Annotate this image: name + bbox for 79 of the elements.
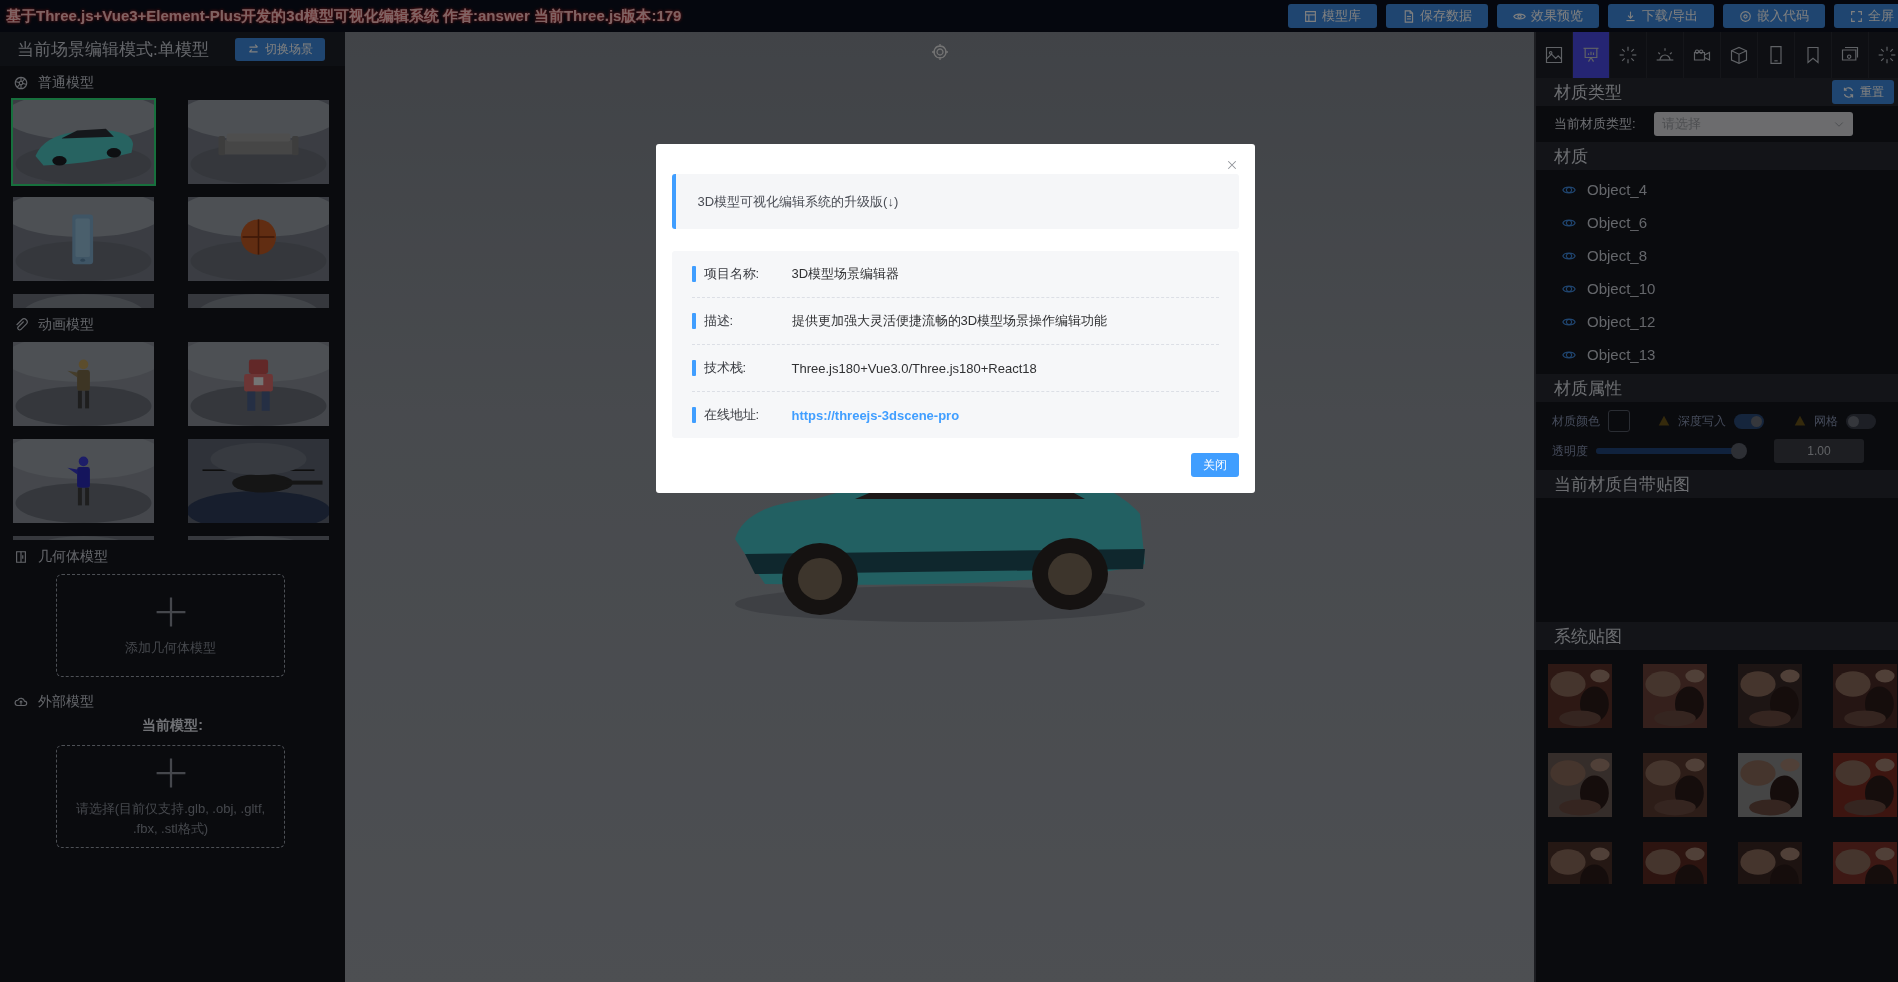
section-title: 当前材质自带贴图: [1554, 473, 1690, 496]
mode-title: 当前场景编辑模式:单模型: [17, 38, 209, 61]
app-title: 基于Three.js+Vue3+Element-Plus开发的3d模型可视化编辑系统 作者:answer 当前Three.js版本:179: [6, 6, 682, 26]
warning-icon: [1794, 415, 1806, 427]
swap-icon: [247, 42, 260, 56]
target-icon[interactable]: [931, 44, 948, 60]
slider-handle[interactable]: [1730, 443, 1747, 459]
box-icon: [1729, 45, 1749, 65]
switch-icon: [14, 550, 28, 564]
property-label: 深度写入: [1678, 412, 1726, 430]
toggle-switch[interactable]: [1846, 413, 1876, 429]
toolbar-button[interactable]: 嵌入代码: [1723, 4, 1825, 28]
info-value: Three.js180+Vue3.0/Three.js180+React18: [791, 360, 1037, 376]
wheel-icon: [14, 76, 28, 90]
upload-area[interactable]: 添加几何体模型: [56, 574, 285, 677]
section-title: 外部模型: [38, 693, 94, 711]
texture-thumbnail[interactable]: [1643, 753, 1707, 817]
section-title: 材质属性: [1554, 377, 1622, 400]
toolbar-button[interactable]: 保存数据: [1386, 4, 1489, 28]
toolbar-button[interactable]: 下载/导出: [1608, 4, 1714, 28]
toggle-switch[interactable]: [1734, 413, 1764, 429]
project-link[interactable]: https://threejs-3dscene-pro: [791, 407, 960, 423]
upload-area[interactable]: 请选择(目前仅支持.glb, .obj, .gltf, .fbx, .stl格式): [56, 745, 285, 848]
texture-thumbnail[interactable]: [1738, 664, 1802, 728]
panel-tab[interactable]: [1573, 32, 1610, 78]
reset-button[interactable]: 重置: [1832, 80, 1894, 104]
close-icon[interactable]: [1225, 159, 1238, 171]
cloud-upload-icon: [14, 695, 28, 709]
material-name[interactable]: Object_10: [1587, 280, 1656, 297]
material-name[interactable]: Object_4: [1587, 181, 1648, 198]
document-icon: [1402, 9, 1416, 23]
close-button[interactable]: 关闭: [1190, 453, 1239, 477]
info-value: 提供更加强大灵活便捷流畅的3D模型场景操作编辑功能: [791, 312, 1108, 330]
warning-icon: [1658, 415, 1670, 427]
texture-thumbnail[interactable]: [1833, 664, 1897, 728]
info-label: 技术栈:: [703, 359, 748, 377]
info-label: 项目名称:: [703, 265, 761, 283]
section-title: 普通模型: [38, 74, 94, 92]
section-title: 材质类型: [1554, 81, 1622, 104]
material-name[interactable]: Object_6: [1587, 214, 1648, 231]
refresh-icon: [1842, 85, 1855, 99]
material-name[interactable]: Object_13: [1587, 346, 1656, 363]
paperclip-icon: [14, 318, 28, 332]
section-title: 材质: [1554, 145, 1588, 168]
upload-label: 添加几何体模型: [125, 638, 216, 657]
toolbar-button[interactable]: 模型库: [1288, 4, 1378, 28]
info-value: 3D模型场景编辑器: [791, 265, 900, 283]
property-label: 透明度: [1552, 442, 1588, 460]
section-title: 几何体模型: [38, 548, 108, 566]
grid-icon: [1304, 9, 1318, 23]
notice-text: 3D模型可视化编辑系统的升级版(↓): [671, 174, 1239, 229]
material-name[interactable]: Object_8: [1587, 247, 1648, 264]
material-name[interactable]: Object_12: [1587, 313, 1656, 330]
opacity-input[interactable]: 1.00: [1774, 439, 1864, 463]
texture-thumbnail[interactable]: [1548, 753, 1612, 817]
property-label: 网格: [1814, 412, 1838, 430]
fullscreen-icon: [1850, 9, 1863, 23]
upload-label: 请选择(目前仅支持.glb, .obj, .gltf, .fbx, .stl格式): [74, 800, 267, 838]
ring-icon: [1739, 9, 1752, 23]
texture-thumbnail[interactable]: [1548, 664, 1612, 728]
section-title: 系统贴图: [1554, 625, 1622, 648]
toolbar-button[interactable]: 全屏: [1834, 4, 1898, 28]
field-label: 当前材质类型:: [1554, 115, 1636, 133]
image-icon: [1544, 45, 1564, 65]
texture-thumbnail[interactable]: [1738, 753, 1802, 817]
sparkle-icon: [1618, 45, 1638, 65]
property-label: 材质颜色: [1552, 412, 1600, 430]
info-label: 在线地址:: [703, 406, 761, 424]
switch-scene-button[interactable]: 切换场景: [235, 37, 325, 61]
current-model-label: 当前模型:: [141, 717, 204, 735]
chart-board-icon: [1581, 45, 1601, 65]
download-icon: [1624, 9, 1638, 23]
info-label: 描述:: [703, 312, 735, 330]
texture-thumbnail[interactable]: [1833, 753, 1897, 817]
texture-thumbnail[interactable]: [1643, 664, 1707, 728]
sparkle-icon: [1877, 45, 1897, 65]
color-swatch[interactable]: [1608, 410, 1630, 432]
section-title: 动画模型: [38, 316, 94, 334]
toolbar-button[interactable]: 效果预览: [1497, 4, 1600, 28]
